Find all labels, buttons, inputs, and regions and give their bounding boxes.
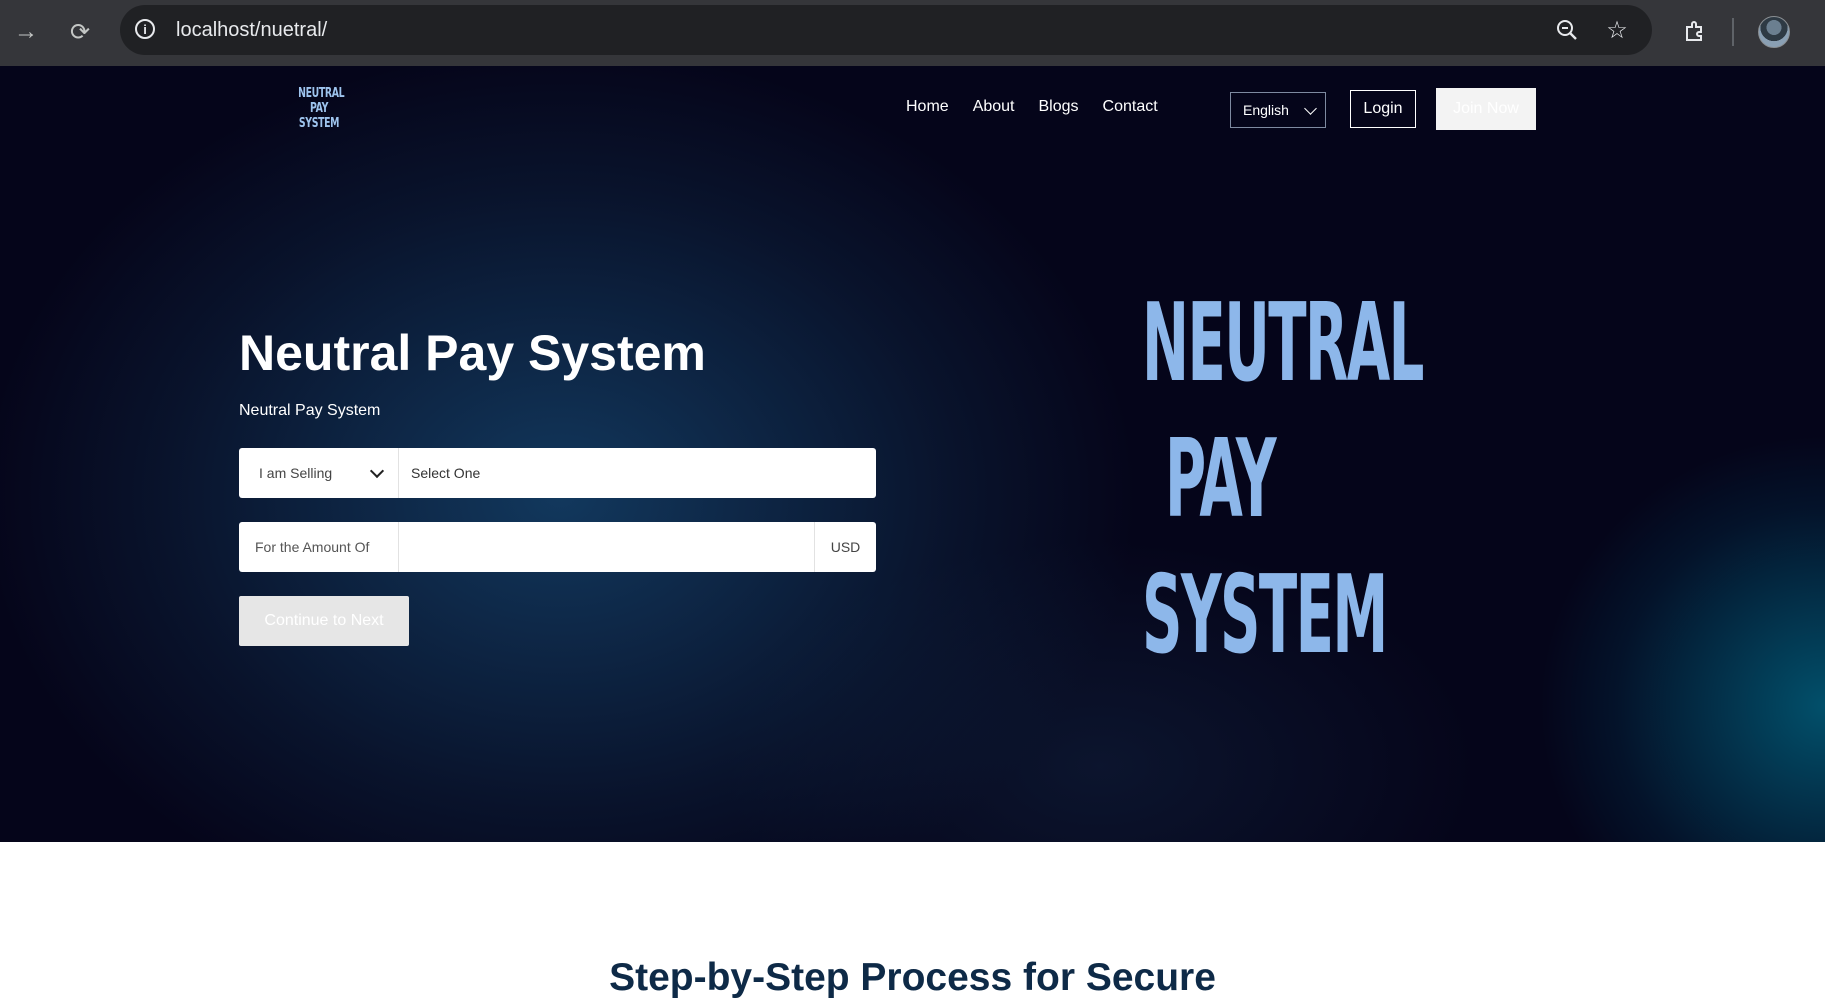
hero-logo-line: PAY xyxy=(1164,417,1277,542)
nav-home[interactable]: Home xyxy=(906,98,949,116)
avatar[interactable] xyxy=(1758,16,1790,48)
amount-label: For the Amount Of xyxy=(239,522,399,572)
info-icon[interactable]: i xyxy=(135,19,155,39)
selling-row: I am Selling Select One xyxy=(239,448,876,498)
item-select[interactable]: Select One xyxy=(399,465,480,481)
amount-row: For the Amount Of USD xyxy=(239,522,876,572)
logo-line: PAY xyxy=(309,101,329,116)
login-button[interactable]: Login xyxy=(1350,90,1416,128)
hero-logo: NEUTRAL PAY SYSTEM xyxy=(1142,276,1424,684)
chevron-down-icon xyxy=(1304,102,1317,115)
url-text[interactable]: localhost/nuetral/ xyxy=(176,19,327,42)
join-now-button[interactable]: Join Now xyxy=(1436,88,1536,130)
logo-line: SYSTEM xyxy=(298,116,340,131)
hero-section: NEUTRAL PAY SYSTEM Home About Blogs Cont… xyxy=(0,66,1825,842)
language-value: English xyxy=(1243,102,1289,118)
logo-line: NEUTRAL xyxy=(298,86,345,101)
selling-select[interactable]: I am Selling xyxy=(239,448,399,498)
language-select[interactable]: English xyxy=(1230,92,1326,128)
site-logo[interactable]: NEUTRAL PAY SYSTEM xyxy=(298,86,345,131)
hero-subtitle: Neutral Pay System xyxy=(239,402,381,419)
hero-title: Neutral Pay System xyxy=(239,325,706,381)
browser-toolbar: → ⟳ i localhost/nuetral/ ☆ xyxy=(0,0,1825,66)
amount-input[interactable] xyxy=(399,523,814,571)
hero-logo-line: NEUTRAL xyxy=(1142,281,1424,406)
nav-contact[interactable]: Contact xyxy=(1103,98,1158,116)
nav-blogs[interactable]: Blogs xyxy=(1039,98,1079,116)
toolbar-divider xyxy=(1732,18,1734,46)
chevron-down-icon xyxy=(369,463,385,479)
forward-icon[interactable]: → xyxy=(8,14,44,50)
address-bar[interactable]: i localhost/nuetral/ ☆ xyxy=(120,5,1652,55)
selling-select-value: I am Selling xyxy=(259,465,333,481)
continue-button[interactable]: Continue to Next xyxy=(239,596,409,646)
zoom-icon[interactable] xyxy=(1554,17,1580,43)
star-icon[interactable]: ☆ xyxy=(1604,17,1630,44)
reload-icon[interactable]: ⟳ xyxy=(62,14,98,50)
main-nav: Home About Blogs Contact xyxy=(906,98,1182,116)
currency-label: USD xyxy=(814,522,876,572)
extensions-icon[interactable] xyxy=(1680,16,1710,46)
nav-about[interactable]: About xyxy=(973,98,1015,116)
section-title: Step-by-Step Process for Secure xyxy=(609,956,1216,999)
hero-logo-line: SYSTEM xyxy=(1142,553,1388,678)
